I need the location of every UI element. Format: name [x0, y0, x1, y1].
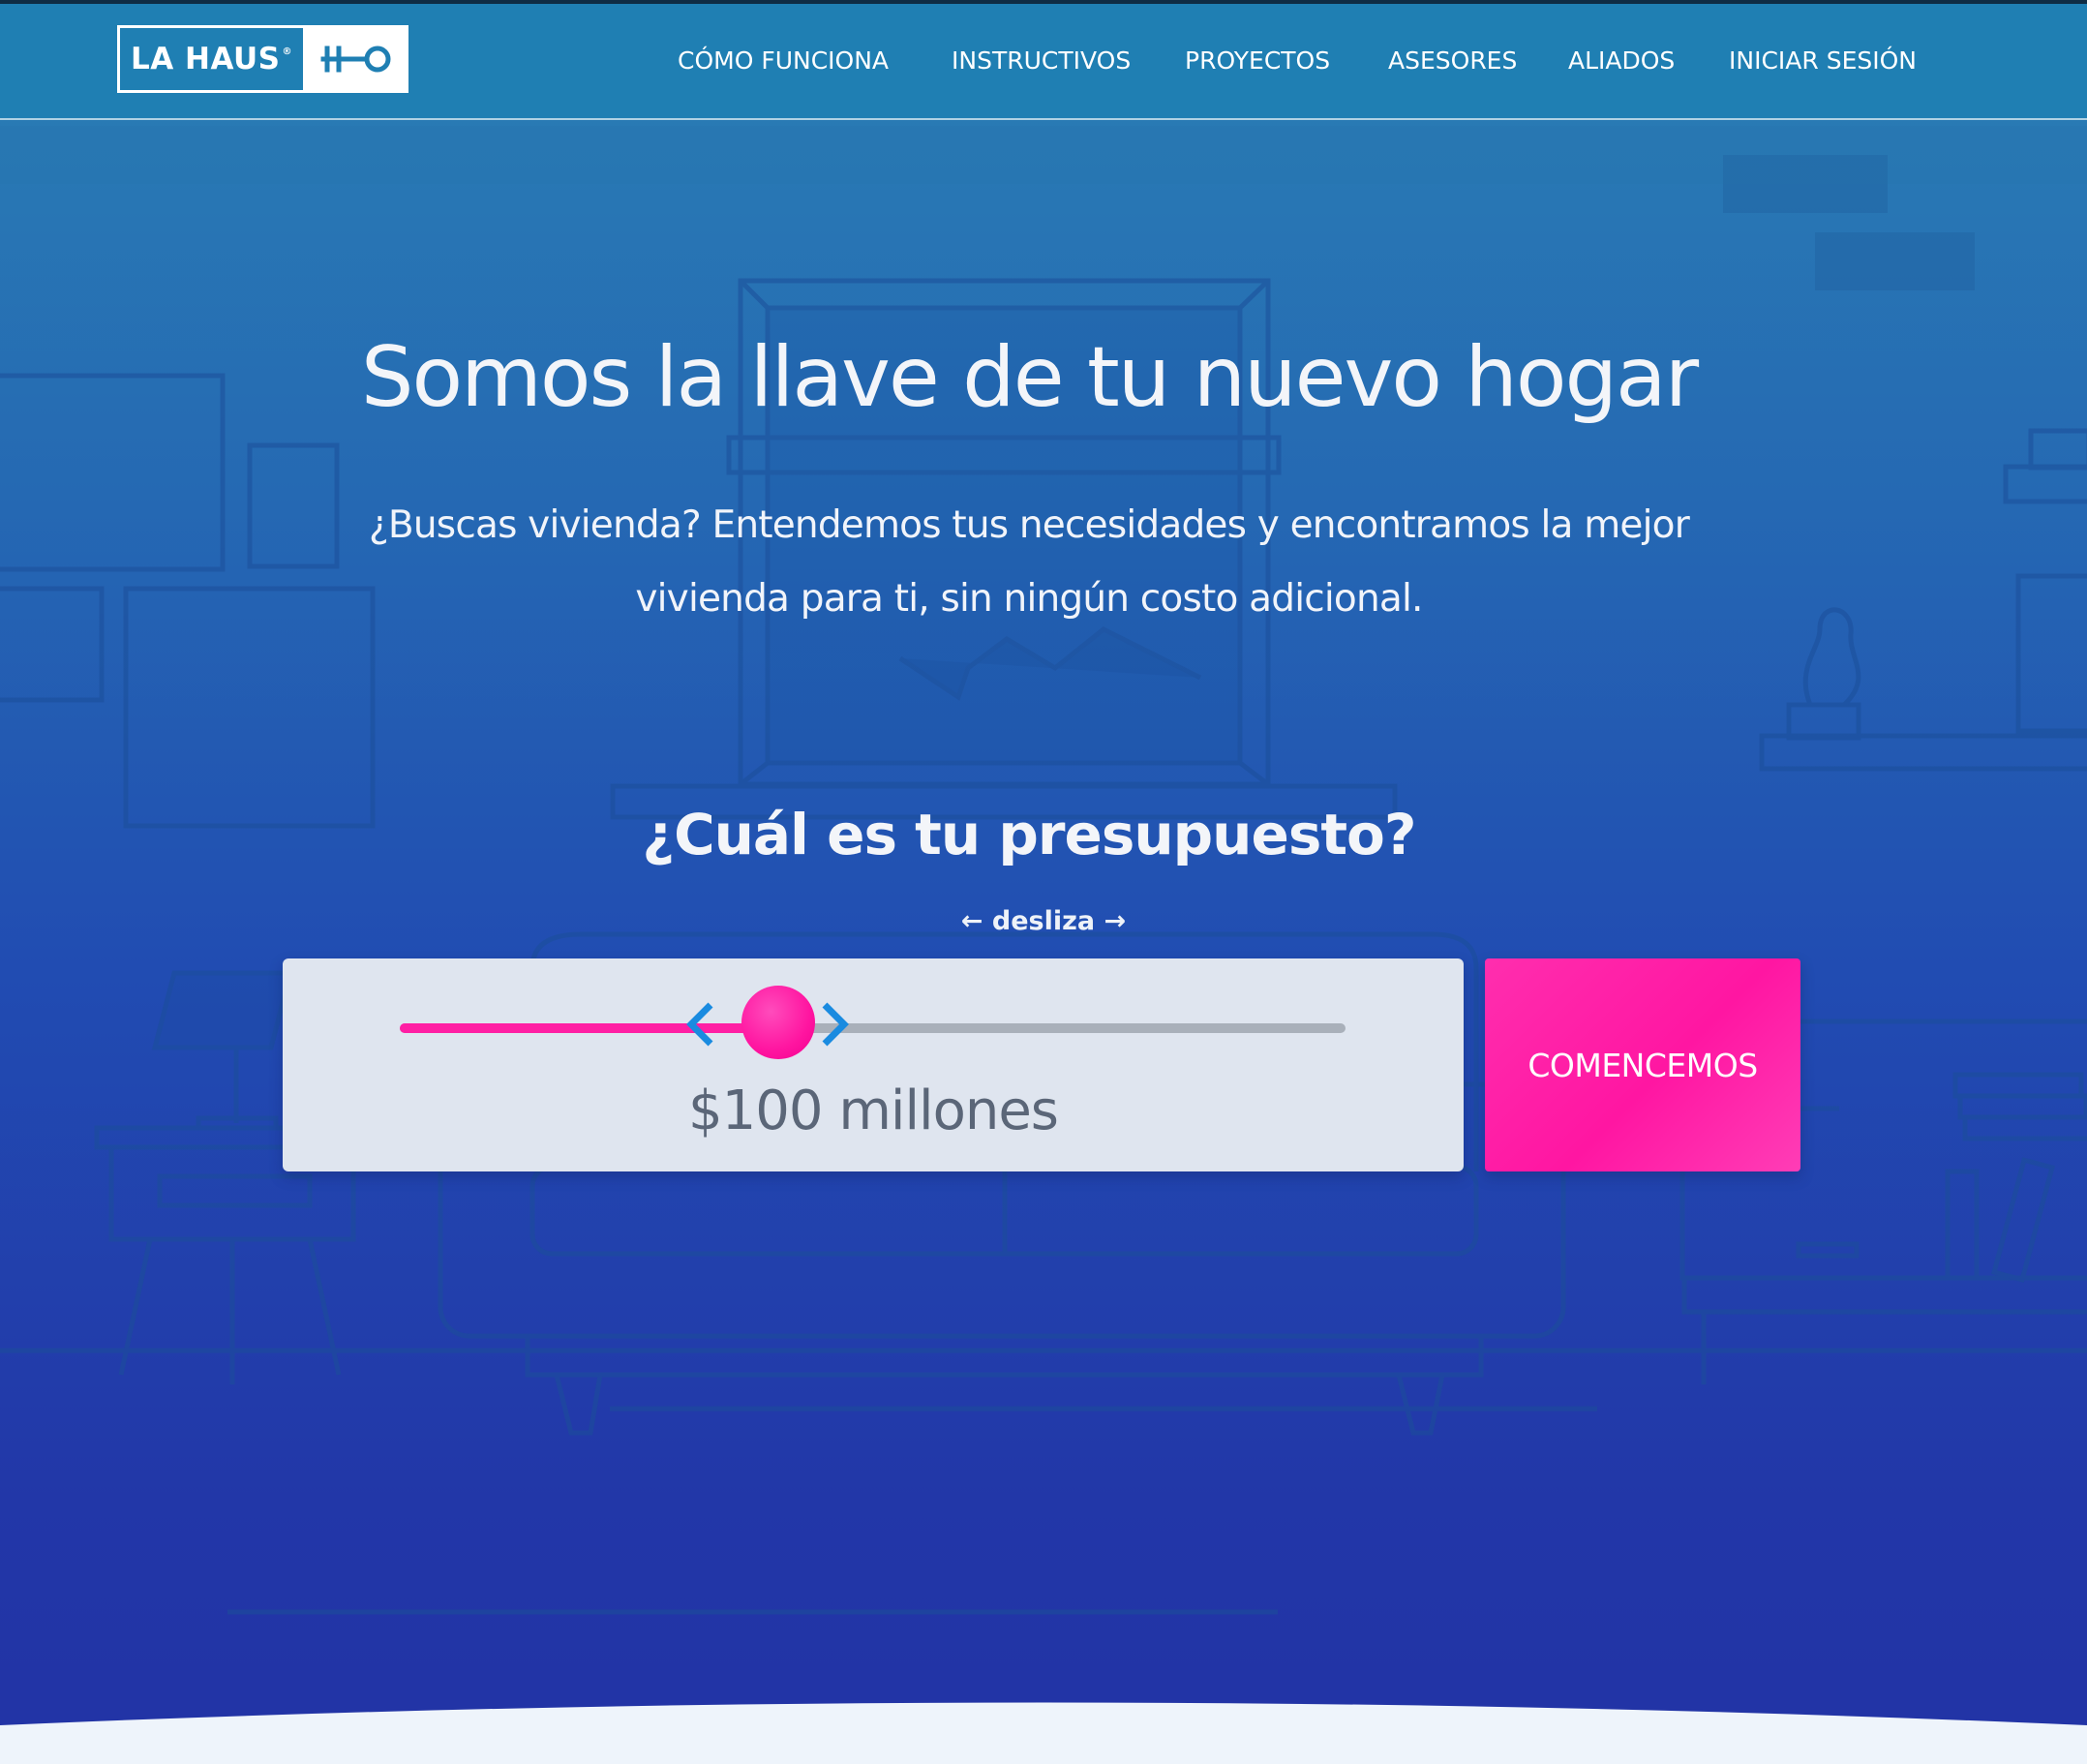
nav-link-proyectos[interactable]: PROYECTOS	[1185, 46, 1330, 75]
slide-hint: ← desliza →	[960, 906, 1127, 936]
budget-slider-fill	[400, 1023, 778, 1033]
hero-bottom-curve	[0, 1702, 2087, 1764]
budget-card: $100 millones	[283, 958, 1464, 1171]
budget-value: $100 millones	[688, 1080, 1059, 1142]
budget-question: ¿Cuál es tu presupuesto?	[642, 802, 1416, 867]
nav-link-instructivos[interactable]: INSTRUCTIVOS	[952, 46, 1131, 75]
main-nav: CÓMO FUNCIONA INSTRUCTIVOS PROYECTOS ASE…	[0, 4, 2087, 118]
nav-link-como-funciona[interactable]: CÓMO FUNCIONA	[678, 46, 889, 75]
budget-slider-track[interactable]	[400, 1023, 1346, 1033]
nav-link-iniciar-sesion[interactable]: INICIAR SESIÓN	[1729, 46, 1917, 75]
chevron-right-icon	[822, 1002, 849, 1047]
chevron-left-icon	[685, 1002, 713, 1047]
top-navigation-bar: LA HAUS ® CÓMO FUNCIONA INSTRUCTIVOS PROY…	[0, 0, 2087, 120]
hero-headline: Somos la llave de tu nuevo hogar	[360, 329, 1699, 426]
hero-section	[0, 0, 2087, 1764]
budget-slider-thumb[interactable]	[741, 986, 815, 1059]
nav-link-aliados[interactable]: ALIADOS	[1568, 46, 1675, 75]
comencemos-button[interactable]: COMENCEMOS	[1485, 958, 1800, 1171]
nav-link-asesores[interactable]: ASESORES	[1388, 46, 1517, 75]
hero-subtitle: ¿Buscas vivienda? Entendemos tus necesid…	[369, 503, 1690, 621]
